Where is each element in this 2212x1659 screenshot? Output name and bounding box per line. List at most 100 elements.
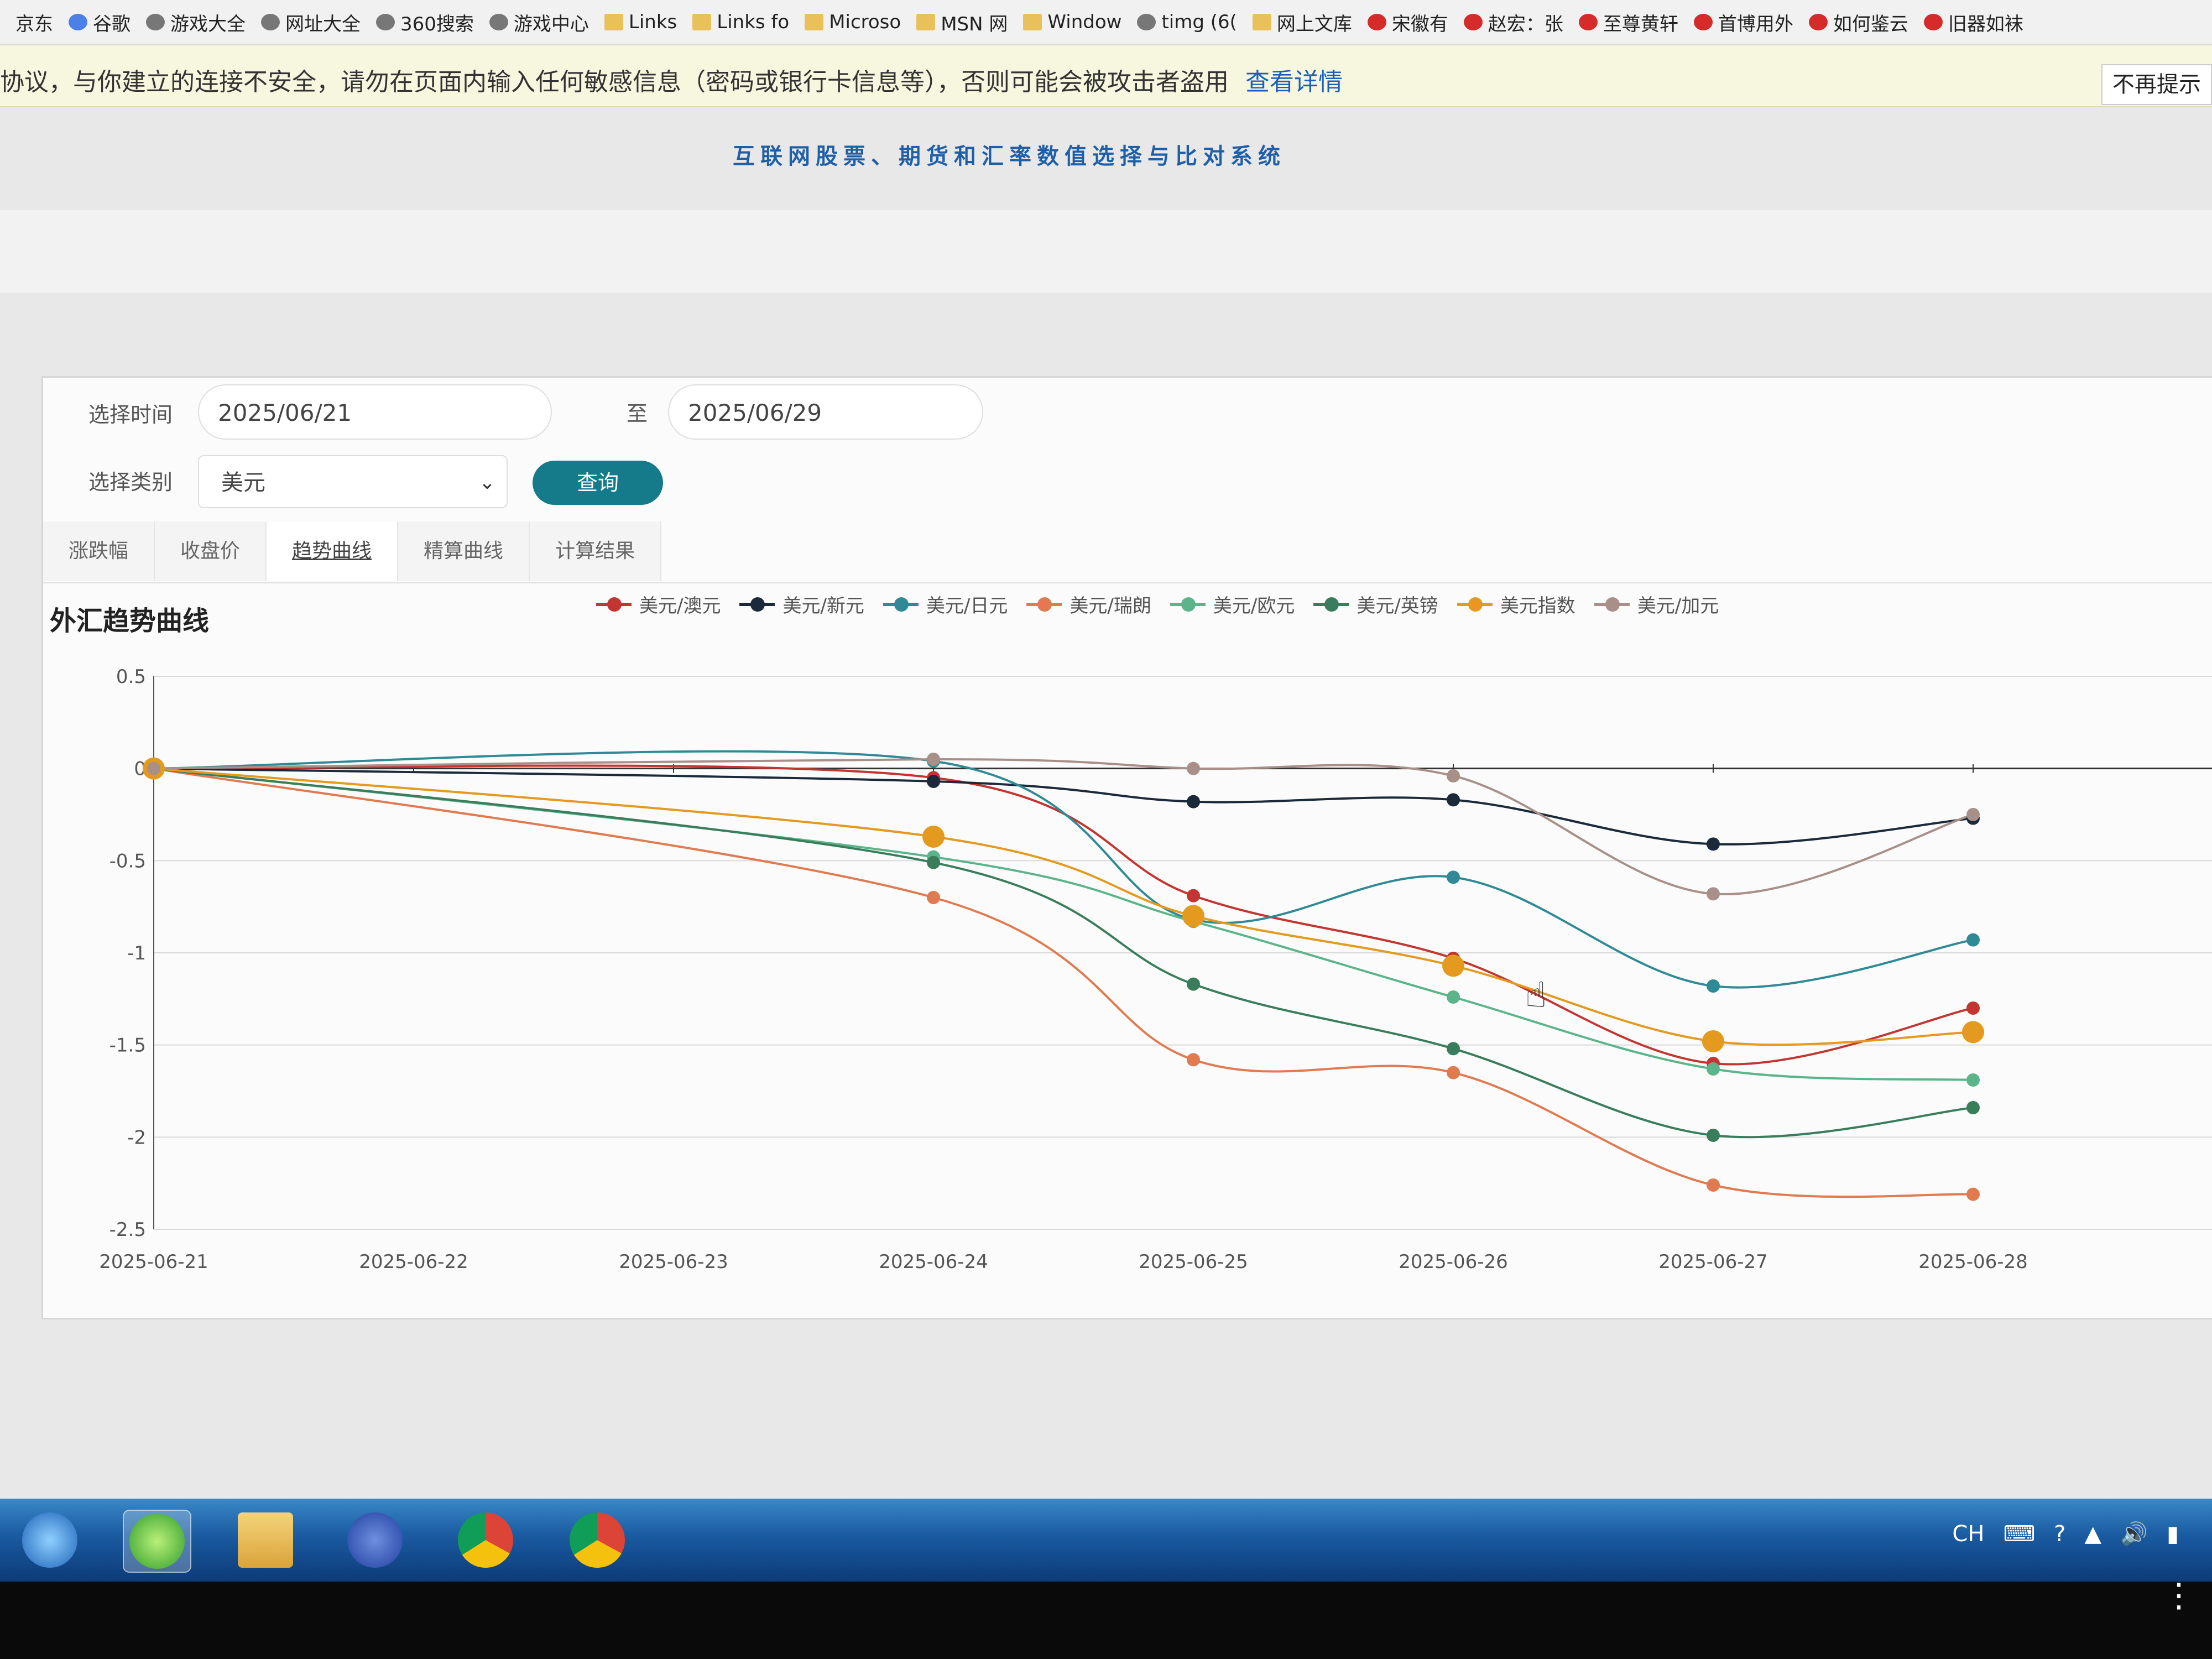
bookmark-item[interactable]: 360搜索 — [376, 9, 474, 36]
weibo-icon — [1367, 14, 1386, 30]
data-point — [147, 761, 160, 775]
folder-icon — [1023, 14, 1042, 30]
bookmark-item[interactable]: 至尊黄轩 — [1578, 9, 1678, 36]
folder-icon — [1252, 14, 1271, 30]
bookmark-label: 谷歌 — [93, 13, 131, 35]
bookmark-item[interactable]: 赵宏：张 — [1463, 9, 1563, 36]
bookmark-item[interactable]: 谷歌 — [69, 9, 131, 36]
bookmark-item[interactable]: 如何鉴云 — [1808, 9, 1908, 36]
bookmark-label: 赵宏：张 — [1488, 13, 1563, 35]
series-line — [153, 750, 1974, 989]
bookmark-label: 首博用外 — [1718, 13, 1793, 35]
ie-icon[interactable] — [17, 1510, 83, 1571]
bookmark-label: Links — [628, 11, 677, 33]
keyboard-icon[interactable]: ⌨ — [2003, 1521, 2035, 1547]
ie-active-icon[interactable] — [123, 1510, 191, 1573]
data-point — [1707, 979, 1720, 993]
bookmark-item[interactable]: 网址大全 — [261, 9, 361, 36]
data-point — [1702, 1030, 1724, 1052]
series-line — [153, 764, 1974, 1066]
bookmark-item[interactable]: Window — [1023, 11, 1121, 33]
data-point — [1707, 1178, 1720, 1192]
google-icon — [69, 14, 87, 30]
screen-bottom-bar: ⋮ — [0, 1579, 2212, 1659]
windows-taskbar: CH ⌨ ? ▲ 🔊 ▮ — [0, 1499, 2212, 1582]
bookmark-item[interactable]: 旧器如袜 — [1923, 9, 2023, 36]
bookmark-label: Links fo — [717, 11, 790, 33]
data-point — [1187, 795, 1200, 808]
data-point — [1966, 933, 1980, 947]
help-icon[interactable]: ? — [2054, 1521, 2065, 1547]
data-point — [1966, 1001, 1980, 1015]
data-point — [1187, 1053, 1200, 1067]
bookmark-label: 网址大全 — [285, 13, 361, 35]
bookmark-label: 旧器如袜 — [1948, 13, 2023, 35]
show-hidden-icons-icon[interactable]: ▲ — [2084, 1521, 2101, 1547]
explorer-icon[interactable] — [232, 1510, 299, 1571]
bookmark-item[interactable]: Microso — [805, 11, 901, 33]
data-point — [1182, 905, 1204, 927]
bookmark-item[interactable]: Links — [604, 11, 677, 33]
data-point — [927, 855, 940, 869]
globe-icon — [261, 14, 280, 30]
x-tick-label: 2025-06-24 — [879, 1251, 988, 1273]
more-options-icon[interactable]: ⋮ — [2162, 1579, 2195, 1612]
weibo-icon — [1463, 14, 1483, 30]
x-tick-label: 2025-06-21 — [99, 1251, 208, 1273]
data-point — [1447, 990, 1460, 1004]
chrome-icon[interactable] — [564, 1510, 630, 1571]
bookmark-item[interactable]: 游戏大全 — [146, 9, 246, 36]
bookmark-label: Microso — [829, 11, 901, 33]
data-point — [1447, 793, 1460, 807]
main-panel: 选择时间 2025/06/21 至 2025/06/29 选择类别 美元 ⌄ 查… — [41, 376, 2212, 1319]
site-title: 互联网股票、期货和汇率数值选择与比对系统 — [733, 144, 1286, 169]
x-tick-label: 2025-06-26 — [1399, 1251, 1508, 1273]
network-icon[interactable]: ▮ — [2167, 1521, 2179, 1547]
language-indicator[interactable]: CH — [1952, 1521, 1984, 1547]
bookmark-item[interactable]: 宋徽有 — [1367, 9, 1448, 36]
bookmark-label: 至尊黄轩 — [1603, 13, 1678, 35]
y-tick-label: -1 — [127, 942, 146, 964]
folder-icon — [916, 14, 936, 30]
data-point — [1966, 1073, 1980, 1087]
y-tick-label: 0.5 — [116, 666, 146, 688]
data-point — [927, 775, 940, 788]
bookmark-label: 网上文库 — [1276, 13, 1352, 35]
data-point — [1707, 837, 1720, 851]
bookmark-item[interactable]: 网上文库 — [1252, 9, 1352, 36]
data-point — [1442, 954, 1464, 977]
bookmark-label: Window — [1047, 11, 1122, 33]
data-point — [1707, 1062, 1720, 1076]
data-point — [1447, 870, 1460, 884]
bookmark-item[interactable]: 首博用外 — [1693, 9, 1793, 36]
hand-cursor-icon: ☝ — [1525, 975, 1547, 1016]
data-point — [1707, 887, 1720, 901]
series-line — [153, 758, 1974, 896]
bookmark-item[interactable]: 游戏中心 — [489, 9, 589, 36]
bookmark-item[interactable]: 京东 — [15, 9, 53, 36]
data-point — [1966, 808, 1980, 821]
360-icon — [376, 14, 395, 30]
bookmark-label: 360搜索 — [400, 13, 474, 35]
bookmark-item[interactable]: MSN 网 — [916, 9, 1008, 36]
bookmark-item[interactable]: timg (6( — [1137, 11, 1237, 33]
globe-icon — [1137, 14, 1156, 30]
weibo-icon — [1923, 14, 1943, 30]
data-point — [1966, 1187, 1980, 1201]
data-point — [927, 891, 940, 904]
flash-icon[interactable] — [342, 1510, 408, 1571]
bookmark-item[interactable]: Links fo — [692, 11, 789, 33]
bookmarks-bar: 京东 谷歌 游戏大全 网址大全 360搜索 游戏中心 Links Links fo Micros… — [0, 0, 2212, 45]
data-point — [927, 753, 940, 766]
folder-icon — [805, 14, 824, 30]
x-tick-label: 2025-06-23 — [619, 1251, 728, 1273]
view-details-link[interactable]: 查看详情 — [1245, 68, 1343, 96]
system-tray: CH ⌨ ? ▲ 🔊 ▮ — [1933, 1521, 2179, 1547]
bookmark-label: 宋徽有 — [1391, 13, 1448, 35]
series-line — [153, 767, 1974, 846]
volume-icon[interactable]: 🔊 — [2120, 1521, 2148, 1547]
dont-show-again-button[interactable]: 不再提示 — [2101, 64, 2212, 105]
chrome-icon[interactable] — [452, 1510, 519, 1571]
folder-icon — [604, 14, 623, 30]
data-point — [1962, 1021, 1984, 1044]
